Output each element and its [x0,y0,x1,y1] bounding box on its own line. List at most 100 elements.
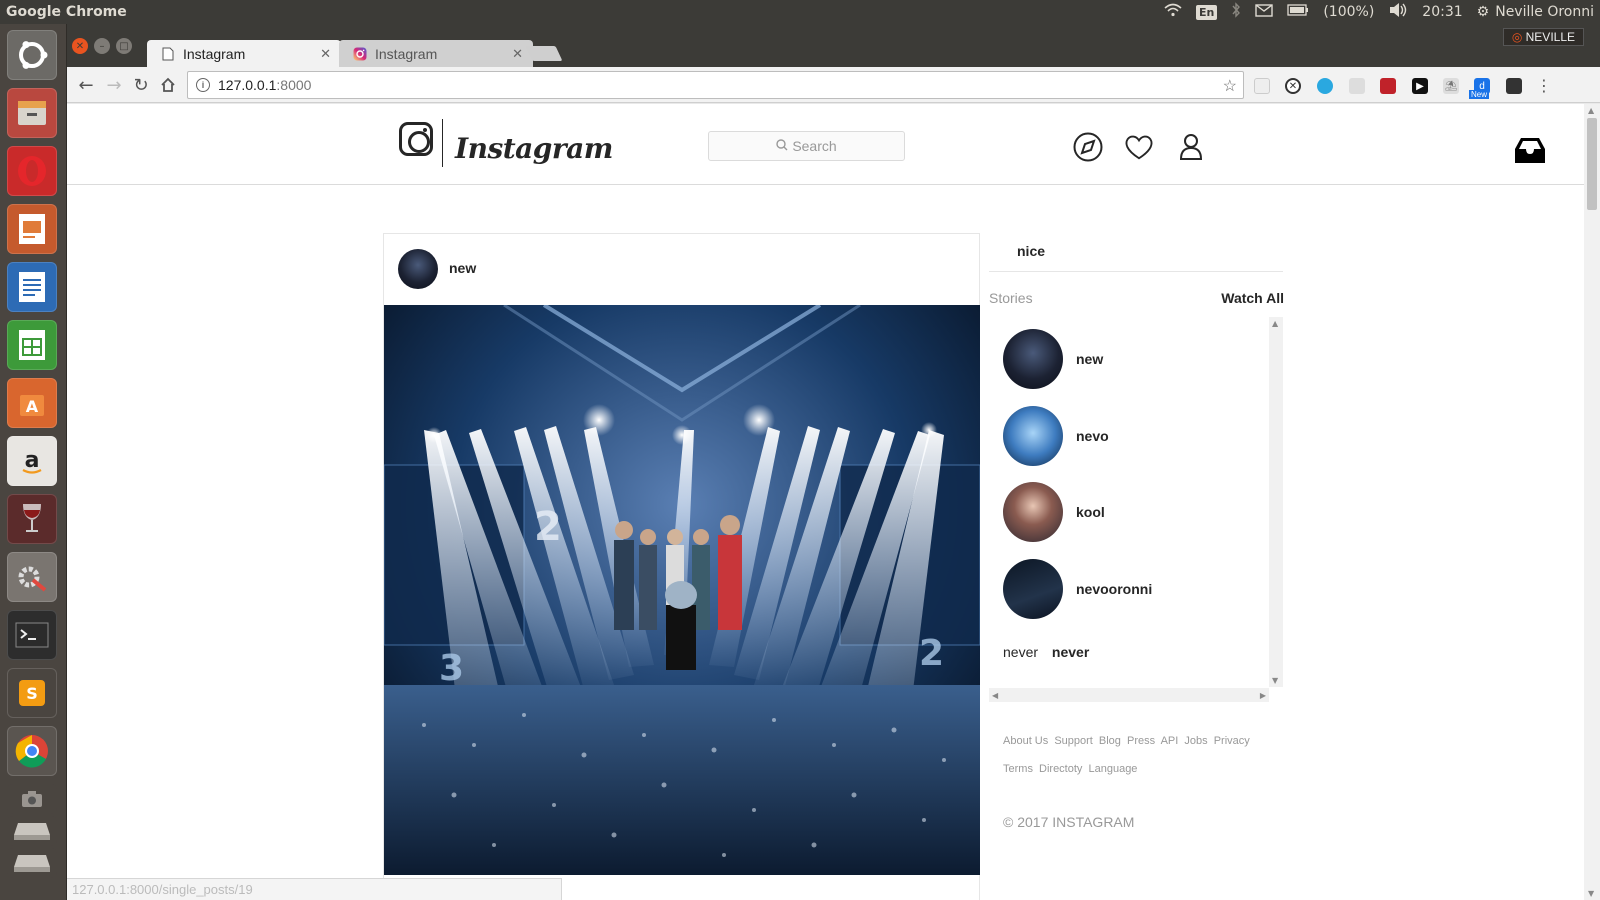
mail-icon[interactable] [1255,3,1274,21]
opera-icon[interactable] [7,146,57,196]
scroll-down-icon[interactable]: ▼ [1588,889,1594,898]
tab-strip: ✕ – □ Instagram ✕ Instagram ✕ ◎ NEVILLE [67,24,1600,67]
home-icon[interactable] [158,75,178,95]
close-tab-icon[interactable]: ✕ [512,46,523,62]
story-username[interactable]: kool [1076,504,1105,520]
minimize-window-button[interactable]: – [94,38,110,54]
heart-activity-icon[interactable] [1124,132,1154,162]
scroll-up-icon[interactable]: ▲ [1588,106,1594,115]
battery-icon[interactable] [1287,4,1309,20]
files-icon[interactable] [7,88,57,138]
svg-text:2: 2 [919,633,944,674]
scroll-up-icon[interactable]: ▲ [1272,319,1278,328]
reload-icon[interactable]: ↻ [131,75,151,96]
volume-icon[interactable] [1388,2,1408,22]
avatar[interactable] [1003,482,1063,542]
story-item[interactable]: nevo [1003,406,1263,466]
avatar[interactable] [398,249,438,289]
footer-link-blog[interactable]: Blog [1099,735,1121,747]
drive-icon[interactable] [7,816,57,846]
close-window-button[interactable]: ✕ [72,38,88,54]
keyboard-layout-indicator[interactable]: En [1195,4,1218,20]
libreoffice-impress-icon[interactable] [7,204,57,254]
extension-circle-icon[interactable]: ✕ [1285,78,1301,94]
session-user-name[interactable]: Neville Oronni [1495,4,1594,20]
profile-badge[interactable]: ◎ NEVILLE [1502,28,1584,46]
system-settings-icon[interactable] [7,552,57,602]
footer-link-jobs[interactable]: Jobs [1184,735,1207,747]
wifi-icon[interactable] [1164,3,1182,21]
bluetooth-icon[interactable] [1231,2,1241,22]
scroll-right-icon[interactable]: ▶ [1260,691,1266,700]
footer-link-about[interactable]: About Us [1003,735,1048,747]
footer-link-terms[interactable]: Terms [1003,763,1033,775]
story-item[interactable]: kool [1003,482,1263,542]
wine-icon[interactable] [7,494,57,544]
footer-link-press[interactable]: Press [1127,735,1155,747]
extension-red-icon[interactable] [1380,78,1396,94]
stories-vertical-scrollbar[interactable]: ▲ ▼ [1269,317,1283,687]
avatar[interactable] [1003,406,1063,466]
footer-link-api[interactable]: API [1161,735,1179,747]
ubuntu-dash-icon[interactable] [7,30,57,80]
system-tray: En (100%) 20:31 ⚙ Neville Oronni [1164,0,1594,24]
extension-film-icon[interactable] [1506,78,1522,94]
stories-horizontal-scrollbar[interactable]: ◀ ▶ [989,688,1269,702]
watch-all-link[interactable]: Watch All [1221,290,1284,306]
new-tab-button[interactable] [525,46,563,61]
sublime-text-icon[interactable]: S [7,668,57,718]
story-caption-user[interactable]: never [1052,644,1089,660]
story-username[interactable]: new [1076,351,1103,367]
footer-link-directory[interactable]: Directoty [1039,763,1082,775]
libreoffice-writer-icon[interactable] [7,262,57,312]
instagram-camera-icon[interactable] [399,122,433,156]
scroll-down-icon[interactable]: ▼ [1272,676,1278,685]
maximize-window-button[interactable]: □ [116,38,132,54]
software-center-icon[interactable]: A [7,378,57,428]
forward-arrow-icon[interactable]: → [104,75,124,96]
current-username[interactable]: nice [1017,243,1045,259]
instagram-wordmark[interactable]: Instagram [455,132,613,165]
footer-link-privacy[interactable]: Privacy [1214,735,1250,747]
story-username[interactable]: nevo [1076,428,1109,444]
story-item[interactable]: nevooronni [1003,559,1263,619]
terminal-icon[interactable] [7,610,57,660]
search-input[interactable]: Search [708,131,905,161]
extension-shield-icon[interactable] [1349,78,1365,94]
post-photo[interactable]: 3 2 2 [384,305,980,875]
copyright: © 2017 INSTAGRAM [1003,814,1135,830]
chrome-icon[interactable] [7,726,57,776]
page-scrollbar[interactable]: ▲ ▼ [1584,104,1600,900]
scroll-left-icon[interactable]: ◀ [992,691,998,700]
inbox-tray-icon[interactable] [1513,135,1547,165]
extension-cloud-icon[interactable] [1317,78,1333,94]
page-scrollbar-thumb[interactable] [1587,118,1597,210]
amazon-icon[interactable]: a [7,436,57,486]
explore-compass-icon[interactable] [1073,132,1103,162]
chrome-menu-icon[interactable]: ⋮ [1534,75,1554,95]
extension-blank-icon[interactable] [1254,78,1270,94]
avatar[interactable] [1003,329,1063,389]
youtube-icon[interactable]: ▶ [1412,78,1428,94]
close-tab-icon[interactable]: ✕ [320,46,331,62]
drive-icon[interactable] [7,848,57,878]
footer-link-support[interactable]: Support [1054,735,1093,747]
camera-icon[interactable] [7,784,57,814]
libreoffice-calc-icon[interactable] [7,320,57,370]
address-bar[interactable]: i 127.0.0.1 :8000 ☆ [187,71,1244,99]
footer-link-language[interactable]: Language [1088,763,1137,775]
story-item[interactable]: new [1003,329,1263,389]
tab-instagram[interactable]: Instagram ✕ [339,40,533,67]
bookmark-star-icon[interactable]: ☆ [1223,76,1237,96]
avatar[interactable] [1003,559,1063,619]
stories-list: new nevo kool nevooronni never never [989,317,1269,687]
session-gear-icon[interactable]: ⚙ [1477,4,1490,20]
story-username[interactable]: nevooronni [1076,581,1152,597]
tab-instagram-active[interactable]: Instagram ✕ [147,40,341,67]
clock[interactable]: 20:31 [1422,4,1462,20]
extension-figure-icon[interactable]: ⛱ [1443,78,1459,94]
profile-user-icon[interactable] [1176,132,1206,162]
site-info-icon[interactable]: i [196,78,210,92]
post-username[interactable]: new [449,260,476,276]
back-arrow-icon[interactable]: ← [76,75,96,96]
